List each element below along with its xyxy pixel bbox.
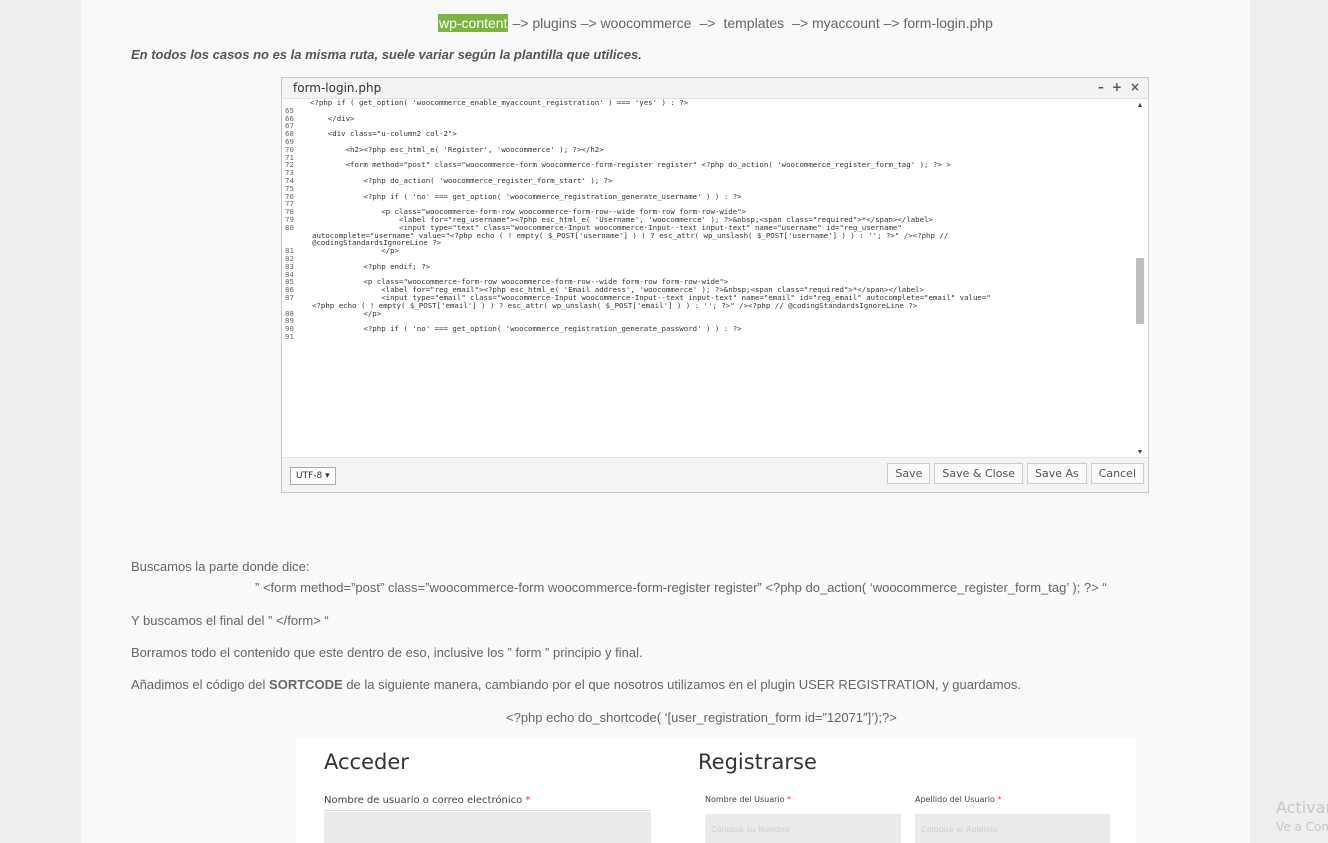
- windows-activation-watermark: Activar Windows Ve a Configuración: [1276, 798, 1328, 843]
- file-path: wp-content –> plugins –> woocommerce –> …: [438, 14, 997, 32]
- first-name-input[interactable]: Coloque su Nombre: [705, 814, 901, 843]
- login-username-input[interactable]: [324, 812, 651, 843]
- editor-footer: UTF-8 ▾ Save Save & Close Save As Cancel: [282, 457, 1148, 492]
- code-line: 76 <?php if ( 'no' === get_option( 'wooc…: [282, 191, 1132, 201]
- code-line: 90 <?php if ( 'no' === get_option( 'wooc…: [282, 325, 1132, 333]
- line-number: 91: [285, 331, 294, 341]
- watermark-title: Activar Windows: [1276, 798, 1328, 817]
- code-line-wrap: @codingStandardsIgnoreLine ?>: [312, 238, 442, 248]
- code-line: 81 </p>: [282, 247, 1132, 255]
- paragraph: Añadimos el código del SORTCODE de la si…: [131, 677, 1021, 692]
- label-text: Apellido del Usuario: [915, 795, 995, 804]
- code-line: 70 <h2><?php esc_html_e( 'Register', 'wo…: [282, 144, 1132, 154]
- save-button[interactable]: Save: [887, 463, 931, 484]
- path-segment: –> plugins –> woocommerce: [512, 15, 692, 31]
- code-text: <h2><?php esc_html_e( 'Register', 'wooco…: [310, 144, 604, 154]
- code-line: 65: [282, 106, 1132, 115]
- scroll-thumb[interactable]: [1136, 258, 1144, 324]
- code-text: <?php endif; ?>: [310, 261, 431, 271]
- path-segment: templates: [723, 15, 785, 31]
- label-text: Nombre de usuario o correo electrónico: [324, 795, 523, 806]
- text: de la siguiente manera, cambiando por el…: [342, 677, 1021, 692]
- login-username-label: Nombre de usuario o correo electrónico *: [324, 795, 530, 806]
- code-area[interactable]: <?php if ( get_option( 'woocommerce_enab…: [282, 99, 1132, 458]
- shortcode-line: <?php echo do_shortcode( ‘[user_registra…: [506, 710, 897, 725]
- required-mark: *: [997, 795, 1002, 804]
- code-text: <?php do_action( 'woocommerce_register_f…: [310, 175, 613, 185]
- cancel-button[interactable]: Cancel: [1090, 463, 1144, 484]
- paragraph: Borramos todo el contenido que este dent…: [131, 645, 643, 660]
- code-line: 83 <?php endif; ?>: [282, 261, 1132, 271]
- divider: [324, 810, 651, 811]
- code-text: <?php if ( 'no' === get_option( 'woocomm…: [310, 191, 742, 201]
- paragraph: Y buscamos el final del ” </form> “: [131, 613, 329, 628]
- first-name-label: Nombre del Usuario *: [705, 795, 791, 804]
- path-segment: –> myaccount –> form-login.php: [792, 15, 993, 31]
- line-number: 87: [285, 292, 294, 302]
- scroll-down-icon[interactable]: ▼: [1136, 449, 1144, 457]
- close-icon[interactable]: ×: [1130, 80, 1140, 94]
- code-text: </div>: [310, 113, 355, 123]
- code-line: 72 <form method="post" class="woocommerc…: [282, 161, 1132, 169]
- code-text: </p>: [310, 308, 382, 318]
- code-text: <div class="u-column2 col-2">: [310, 129, 457, 139]
- scrollbar[interactable]: ▲ ▼: [1136, 102, 1144, 457]
- last-name-input[interactable]: Coloque el Apellido: [915, 814, 1110, 843]
- form-tag-quote: ” <form method=”post” class=”woocommerce…: [255, 580, 1107, 595]
- last-name-label: Apellido del Usuario *: [915, 795, 1001, 804]
- code-text: </p>: [310, 246, 399, 256]
- input-placeholder: Coloque su Nombre: [711, 825, 790, 834]
- code-text: <?php if ( 'no' === get_option( 'woocomm…: [310, 324, 742, 334]
- code-text: <?php if ( get_option( 'woocommerce_enab…: [310, 99, 689, 107]
- path-highlight: wp-content: [438, 14, 509, 32]
- save-close-button[interactable]: Save & Close: [934, 463, 1023, 484]
- minimize-icon[interactable]: –: [1098, 80, 1104, 94]
- code-line-wrap: <?php echo ( ! empty( $_POST['email'] ) …: [312, 300, 918, 310]
- editor-title: form-login.php: [293, 81, 382, 95]
- login-heading: Acceder: [324, 750, 409, 774]
- code-line: <?php if ( get_option( 'woocommerce_enab…: [282, 99, 1132, 107]
- code-line: 66 </div>: [282, 113, 1132, 123]
- code-line: 88 </p>: [282, 308, 1132, 318]
- code-text: <form method="post" class="woocommerce-f…: [310, 160, 951, 170]
- line-number: 80: [285, 222, 294, 232]
- code-line: 74 <?php do_action( 'woocommerce_registe…: [282, 177, 1132, 185]
- scroll-up-icon[interactable]: ▲: [1136, 102, 1144, 110]
- text: Añadimos el código del: [131, 677, 270, 692]
- code-line: 91: [282, 333, 1132, 341]
- required-mark: *: [787, 795, 792, 804]
- label-text: Nombre del Usuario: [705, 795, 785, 804]
- route-note: En todos los casos no es la misma ruta, …: [131, 47, 642, 62]
- code-editor-window: form-login.php – + × <?php if ( get_opti…: [281, 77, 1149, 493]
- login-register-form-image: Acceder Nombre de usuario o correo elect…: [296, 738, 1136, 843]
- watermark-subtitle: Ve a Configuración: [1276, 820, 1328, 834]
- encoding-select[interactable]: UTF-8 ▾: [290, 467, 336, 485]
- input-placeholder: Coloque el Apellido: [921, 825, 999, 834]
- bold-text: SORTCODE: [269, 677, 343, 692]
- save-as-button[interactable]: Save As: [1026, 463, 1087, 484]
- register-heading: Registrarse: [698, 750, 817, 774]
- paragraph: Buscamos la parte donde dice:: [131, 559, 310, 574]
- editor-titlebar: form-login.php – + ×: [282, 78, 1148, 99]
- path-segment: –>: [699, 15, 716, 31]
- required-mark: *: [525, 795, 531, 806]
- maximize-icon[interactable]: +: [1112, 80, 1122, 94]
- code-line: 68 <div class="u-column2 col-2">: [282, 130, 1132, 138]
